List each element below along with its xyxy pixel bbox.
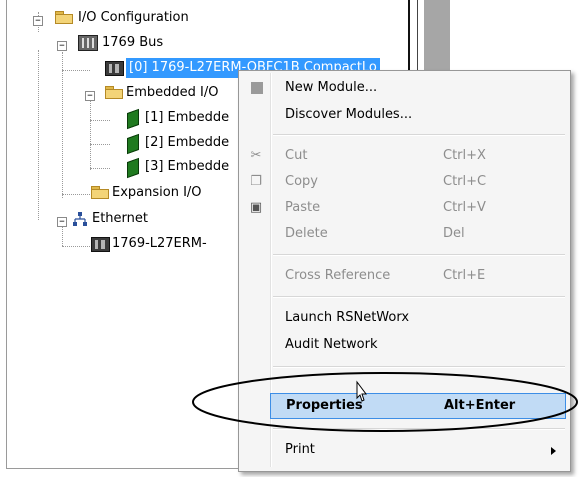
highlight-ellipse xyxy=(192,372,578,432)
mouse-cursor-icon xyxy=(356,380,367,402)
